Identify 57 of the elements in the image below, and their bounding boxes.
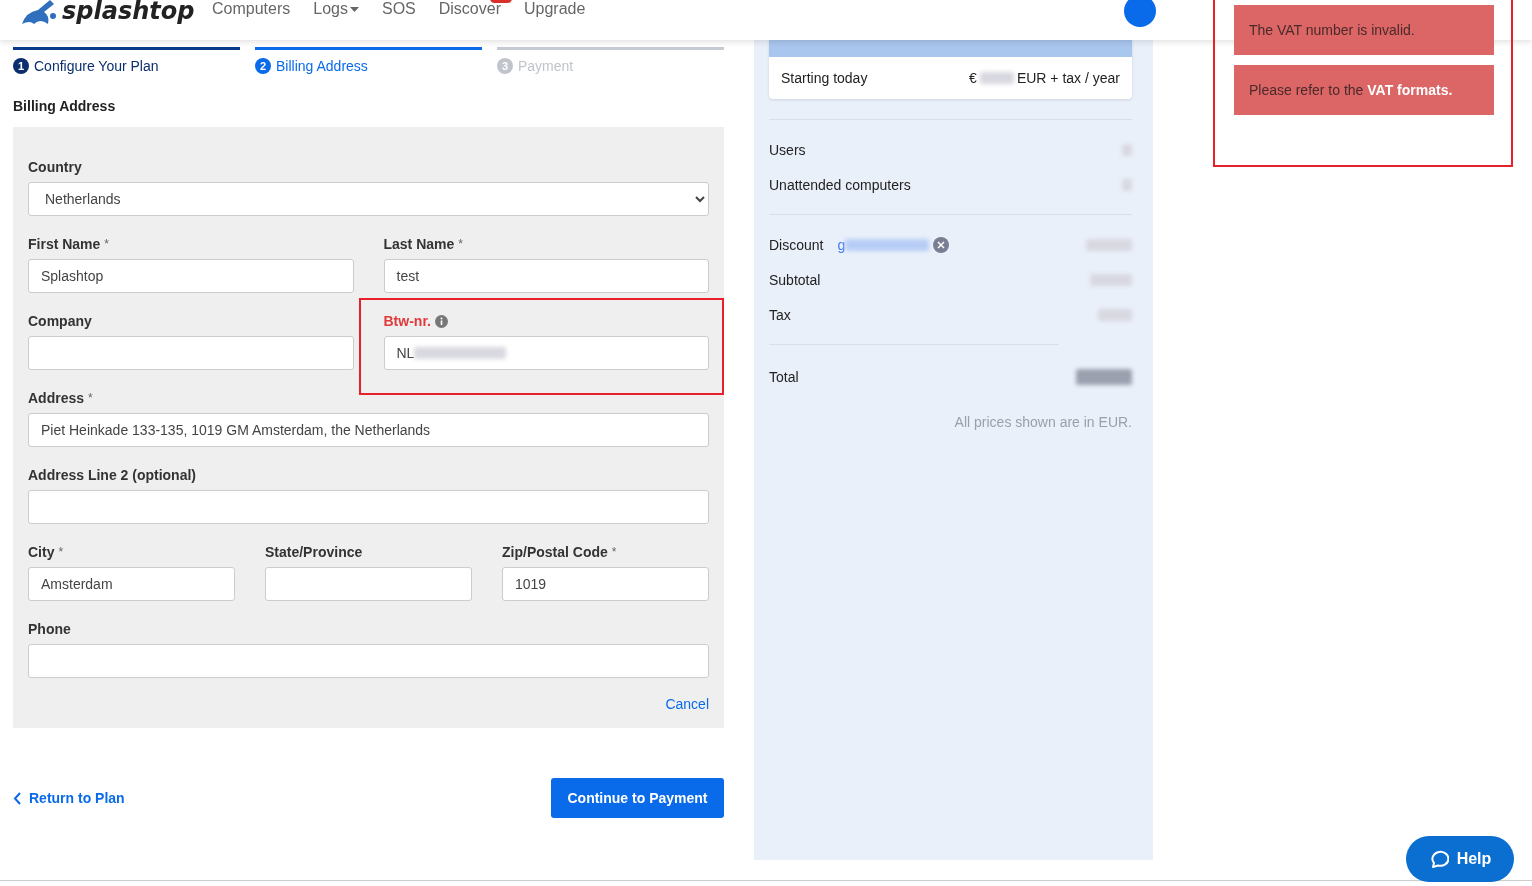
text-field[interactable]: Piet Heinkade 133-135, 1019 GM Amsterdam, the Netherlands: [28, 413, 709, 447]
info-icon[interactable]: [434, 314, 448, 328]
country-dropdown[interactable]: Netherlands: [28, 182, 709, 216]
currency-symbol: €: [969, 70, 977, 86]
blurred-value: [979, 72, 1014, 84]
text-field[interactable]: Amsterdam: [28, 567, 235, 601]
summary-label: Unattended computers: [769, 176, 911, 193]
field-label: Phone: [28, 621, 71, 637]
field-label: First Name *: [28, 236, 110, 252]
cancel-link[interactable]: Cancel: [665, 696, 709, 712]
field-label: Address Line 2 (optional): [28, 467, 196, 483]
nav-link[interactable]: Logs: [313, 0, 359, 18]
nav-link[interactable]: Upgrade: [524, 0, 586, 18]
error-notification: The VAT number is invalid.: [1234, 5, 1494, 55]
summary-label: Tax: [769, 306, 791, 323]
summary-label: Discount: [769, 236, 824, 253]
remove-icon[interactable]: [933, 236, 950, 253]
back-link[interactable]: Return to Plan: [13, 790, 125, 806]
text-field[interactable]: Splashtop: [28, 259, 354, 293]
blurred-value: [1076, 368, 1132, 385]
field-label: Company: [28, 313, 92, 329]
summary-label: Users: [769, 141, 806, 158]
progress-step[interactable]: 1 Configure Your Plan: [13, 47, 240, 74]
price-suffix: EUR + tax / year: [1016, 70, 1120, 86]
nav-link[interactable]: Computers: [212, 0, 291, 18]
logo-icon: [20, 0, 58, 26]
progress-step[interactable]: 2 Billing Address: [255, 47, 482, 74]
chevron-left-icon: [13, 791, 21, 805]
section-title: Billing Address: [13, 98, 116, 114]
text-field[interactable]: [28, 336, 354, 370]
price-label: Starting today: [781, 70, 868, 86]
chat-bubble-icon: [1428, 849, 1449, 869]
summary-label: Subtotal: [769, 271, 821, 288]
text-field[interactable]: 1019: [502, 567, 709, 601]
logo-wordmark: splashtop: [58, 0, 198, 28]
field-label: Country: [28, 159, 82, 175]
field-label: Last Name *: [383, 236, 463, 252]
error-notification: Please refer to the VAT formats.: [1234, 65, 1494, 115]
field-label: Address *: [28, 390, 93, 406]
nav-link[interactable]: SOS: [381, 0, 416, 18]
help-button[interactable]: Help: [1406, 836, 1514, 882]
discount-code: g: [837, 236, 846, 253]
nav-link[interactable]: Discover: [438, 0, 501, 18]
text-field[interactable]: [28, 644, 709, 678]
field-label: State/Province: [265, 544, 363, 560]
text-field[interactable]: [265, 567, 472, 601]
field-label: City *: [28, 544, 64, 560]
currency-note: All prices shown are in EUR.: [953, 414, 1132, 430]
avatar-icon[interactable]: [1124, 0, 1156, 27]
continue-button[interactable]: Continue to Payment: [551, 778, 724, 818]
caret-icon: [349, 6, 359, 12]
text-field[interactable]: [28, 490, 709, 524]
field-label: Btw-nr.: [383, 313, 448, 329]
text-field[interactable]: NL: [383, 336, 709, 370]
field-label: Zip/Postal Code *: [502, 544, 617, 560]
total-label: Total: [769, 368, 799, 385]
text-field[interactable]: test: [383, 259, 709, 293]
